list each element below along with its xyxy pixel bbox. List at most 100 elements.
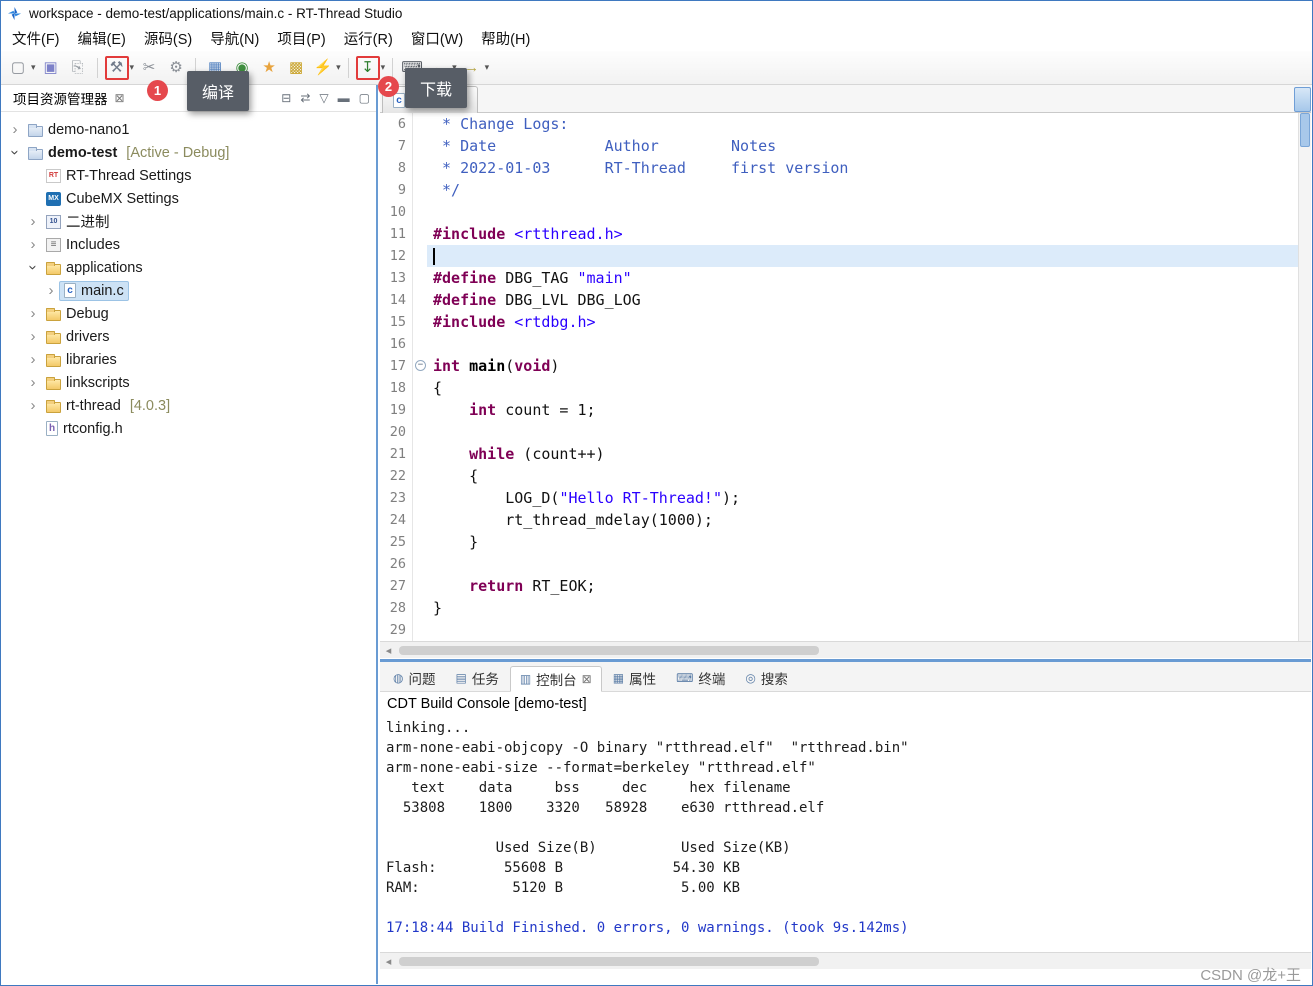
collapse-all-icon[interactable]: ⊟ xyxy=(281,91,291,105)
maximize-icon[interactable]: ▢ xyxy=(359,91,370,105)
expand-arrow-icon[interactable]: › xyxy=(25,397,41,414)
code-line-27[interactable]: 27 return RT_EOK; xyxy=(380,575,1311,597)
code-line-12[interactable]: 12 xyxy=(380,245,1311,267)
expand-arrow-icon[interactable]: › xyxy=(7,145,24,161)
expand-arrow-icon[interactable]: › xyxy=(25,213,41,230)
tree-item-二进制[interactable]: › 10 二进制 xyxy=(1,210,376,233)
tree-item-Debug[interactable]: › Debug xyxy=(1,302,376,325)
code-line-28[interactable]: 28} xyxy=(380,597,1311,619)
scrollbar-thumb[interactable] xyxy=(399,645,819,655)
code-line-19[interactable]: 19 int count = 1; xyxy=(380,399,1311,421)
menu-item-4[interactable]: 项目(P) xyxy=(268,25,334,52)
link-editor-icon[interactable]: ⇄ xyxy=(300,91,310,105)
code-line-9[interactable]: 9 */ xyxy=(380,179,1311,201)
tree-item-libraries[interactable]: › libraries xyxy=(1,348,376,371)
sdk-manager-dropdown-icon[interactable]: ▾ xyxy=(336,62,341,73)
code-line-29[interactable]: 29 xyxy=(380,619,1311,641)
code-line-15[interactable]: 15 #include <rtdbg.h> xyxy=(380,311,1311,333)
code-line-7[interactable]: 7 * Date Author Notes xyxy=(380,135,1311,157)
console-horizontal-scrollbar[interactable]: ◂ xyxy=(380,952,1311,969)
minimize-icon[interactable]: ▬ xyxy=(338,91,350,105)
menu-item-0[interactable]: 文件(F) xyxy=(3,25,69,52)
close-icon[interactable]: ⊠ xyxy=(115,91,125,105)
tree-item-CubeMX Settings[interactable]: MX CubeMX Settings xyxy=(1,187,376,210)
code-line-22[interactable]: 22 { xyxy=(380,465,1311,487)
build-dropdown-icon[interactable]: ▾ xyxy=(130,62,135,73)
expand-arrow-icon[interactable]: › xyxy=(7,121,23,138)
tab-problems[interactable]: ◍ 问题 xyxy=(384,665,444,691)
code-line-26[interactable]: 26 xyxy=(380,553,1311,575)
build-button[interactable]: ⚒ xyxy=(104,55,129,80)
code-line-17[interactable]: 17− int main(void) xyxy=(380,355,1311,377)
menu-item-2[interactable]: 源码(S) xyxy=(135,25,201,52)
code-line-11[interactable]: 11 #include <rtthread.h> xyxy=(380,223,1311,245)
expand-arrow-icon[interactable]: › xyxy=(25,305,41,322)
tab-tasks[interactable]: ▤ 任务 xyxy=(446,665,507,691)
menu-item-3[interactable]: 导航(N) xyxy=(201,25,268,52)
tree-item-demo-test[interactable]: › demo-test [Active - Debug] xyxy=(1,141,376,164)
tab-properties-icon: ▦ xyxy=(612,671,625,685)
tree-item-applications[interactable]: › applications xyxy=(1,256,376,279)
favorites-button[interactable]: ★ xyxy=(257,56,281,80)
clean-button[interactable]: ✂ xyxy=(137,56,161,80)
code-line-18[interactable]: 18 { xyxy=(380,377,1311,399)
tab-search[interactable]: ◎ 搜索 xyxy=(736,665,796,691)
menu-item-6[interactable]: 窗口(W) xyxy=(402,25,472,52)
code-line-23[interactable]: 23 LOG_D("Hello RT-Thread!"); xyxy=(380,487,1311,509)
code-editor[interactable]: 6 * Change Logs: 7 * Date Author Notes 8 *… xyxy=(380,113,1311,641)
scrollbar-thumb[interactable] xyxy=(1300,113,1310,147)
expand-arrow-icon[interactable]: › xyxy=(43,282,59,299)
sdk-manager-button[interactable]: ⚡ xyxy=(311,56,335,80)
code-line-13[interactable]: 13 #define DBG_TAG "main" xyxy=(380,267,1311,289)
expand-arrow-icon[interactable]: › xyxy=(25,328,41,345)
settings-button[interactable]: ⚙ xyxy=(164,56,188,80)
save-all-button[interactable]: ⎘ xyxy=(66,56,90,80)
line-number: 25 xyxy=(380,531,412,553)
code-line-21[interactable]: 21 while (count++) xyxy=(380,443,1311,465)
new-wizard-button[interactable]: ▢ xyxy=(6,56,30,80)
code-line-20[interactable]: 20 xyxy=(380,421,1311,443)
tree-item-rt-thread[interactable]: › rt-thread [4.0.3] xyxy=(1,394,376,417)
menu-item-7[interactable]: 帮助(H) xyxy=(472,25,539,52)
expand-arrow-icon[interactable]: › xyxy=(25,374,41,391)
tab-terminal[interactable]: ⌨ 终端 xyxy=(667,665,734,691)
tree-item-linkscripts[interactable]: › linkscripts xyxy=(1,371,376,394)
expand-arrow-icon[interactable]: › xyxy=(25,260,42,276)
scrollbar-thumb[interactable] xyxy=(399,956,819,966)
tree-item-main.c[interactable]: › c main.c xyxy=(1,279,376,302)
download-button[interactable]: ↧ xyxy=(355,55,380,80)
tree-item-Includes[interactable]: › ≡ Includes xyxy=(1,233,376,256)
expand-arrow-icon[interactable]: › xyxy=(25,351,41,368)
scroll-left-arrow-icon[interactable]: ◂ xyxy=(380,644,397,657)
tab-console[interactable]: ▥ 控制台 ⊠ xyxy=(509,666,602,692)
expand-arrow-icon[interactable]: › xyxy=(25,236,41,253)
scroll-left-arrow-icon[interactable]: ◂ xyxy=(380,955,397,968)
console-output[interactable]: linking... arm-none-eabi-objcopy -O binar… xyxy=(380,716,1311,938)
code-line-8[interactable]: 8 * 2022-01-03 RT-Thread first version xyxy=(380,157,1311,179)
code-line-14[interactable]: 14 #define DBG_LVL DBG_LOG xyxy=(380,289,1311,311)
tree-item-drivers[interactable]: › drivers xyxy=(1,325,376,348)
menu-item-5[interactable]: 运行(R) xyxy=(335,25,402,52)
menu-item-1[interactable]: 编辑(E) xyxy=(69,25,135,52)
code-line-6[interactable]: 6 * Change Logs: xyxy=(380,113,1311,135)
code-line-25[interactable]: 25 } xyxy=(380,531,1311,553)
packages-button[interactable]: ▩ xyxy=(284,56,308,80)
close-icon[interactable]: ⊠ xyxy=(582,672,592,686)
editor-vertical-scrollbar[interactable] xyxy=(1298,113,1311,641)
code-line-10[interactable]: 10 xyxy=(380,201,1311,223)
save-button[interactable]: ▣ xyxy=(39,56,63,80)
explorer-view-tab[interactable]: 项目资源管理器 ⊠ xyxy=(7,86,131,110)
tree-item-RT-Thread Settings[interactable]: RT RT-Thread Settings xyxy=(1,164,376,187)
view-menu-icon[interactable]: ▽ xyxy=(319,91,328,105)
view-restore-button[interactable] xyxy=(1294,87,1311,112)
tab-properties[interactable]: ▦ 属性 xyxy=(604,665,665,691)
forward-dropdown-icon[interactable]: ▾ xyxy=(485,62,490,73)
fold-collapse-icon[interactable]: − xyxy=(415,360,426,371)
code-line-24[interactable]: 24 rt_thread_mdelay(1000); xyxy=(380,509,1311,531)
tree-item-rtconfig.h[interactable]: h rtconfig.h xyxy=(1,417,376,440)
editor-horizontal-scrollbar[interactable]: ◂ xyxy=(380,641,1311,658)
tree-item-demo-nano1[interactable]: › demo-nano1 xyxy=(1,118,376,141)
download-dropdown-icon[interactable]: ▾ xyxy=(381,62,386,73)
new-wizard-dropdown-icon[interactable]: ▾ xyxy=(31,62,36,73)
code-line-16[interactable]: 16 xyxy=(380,333,1311,355)
